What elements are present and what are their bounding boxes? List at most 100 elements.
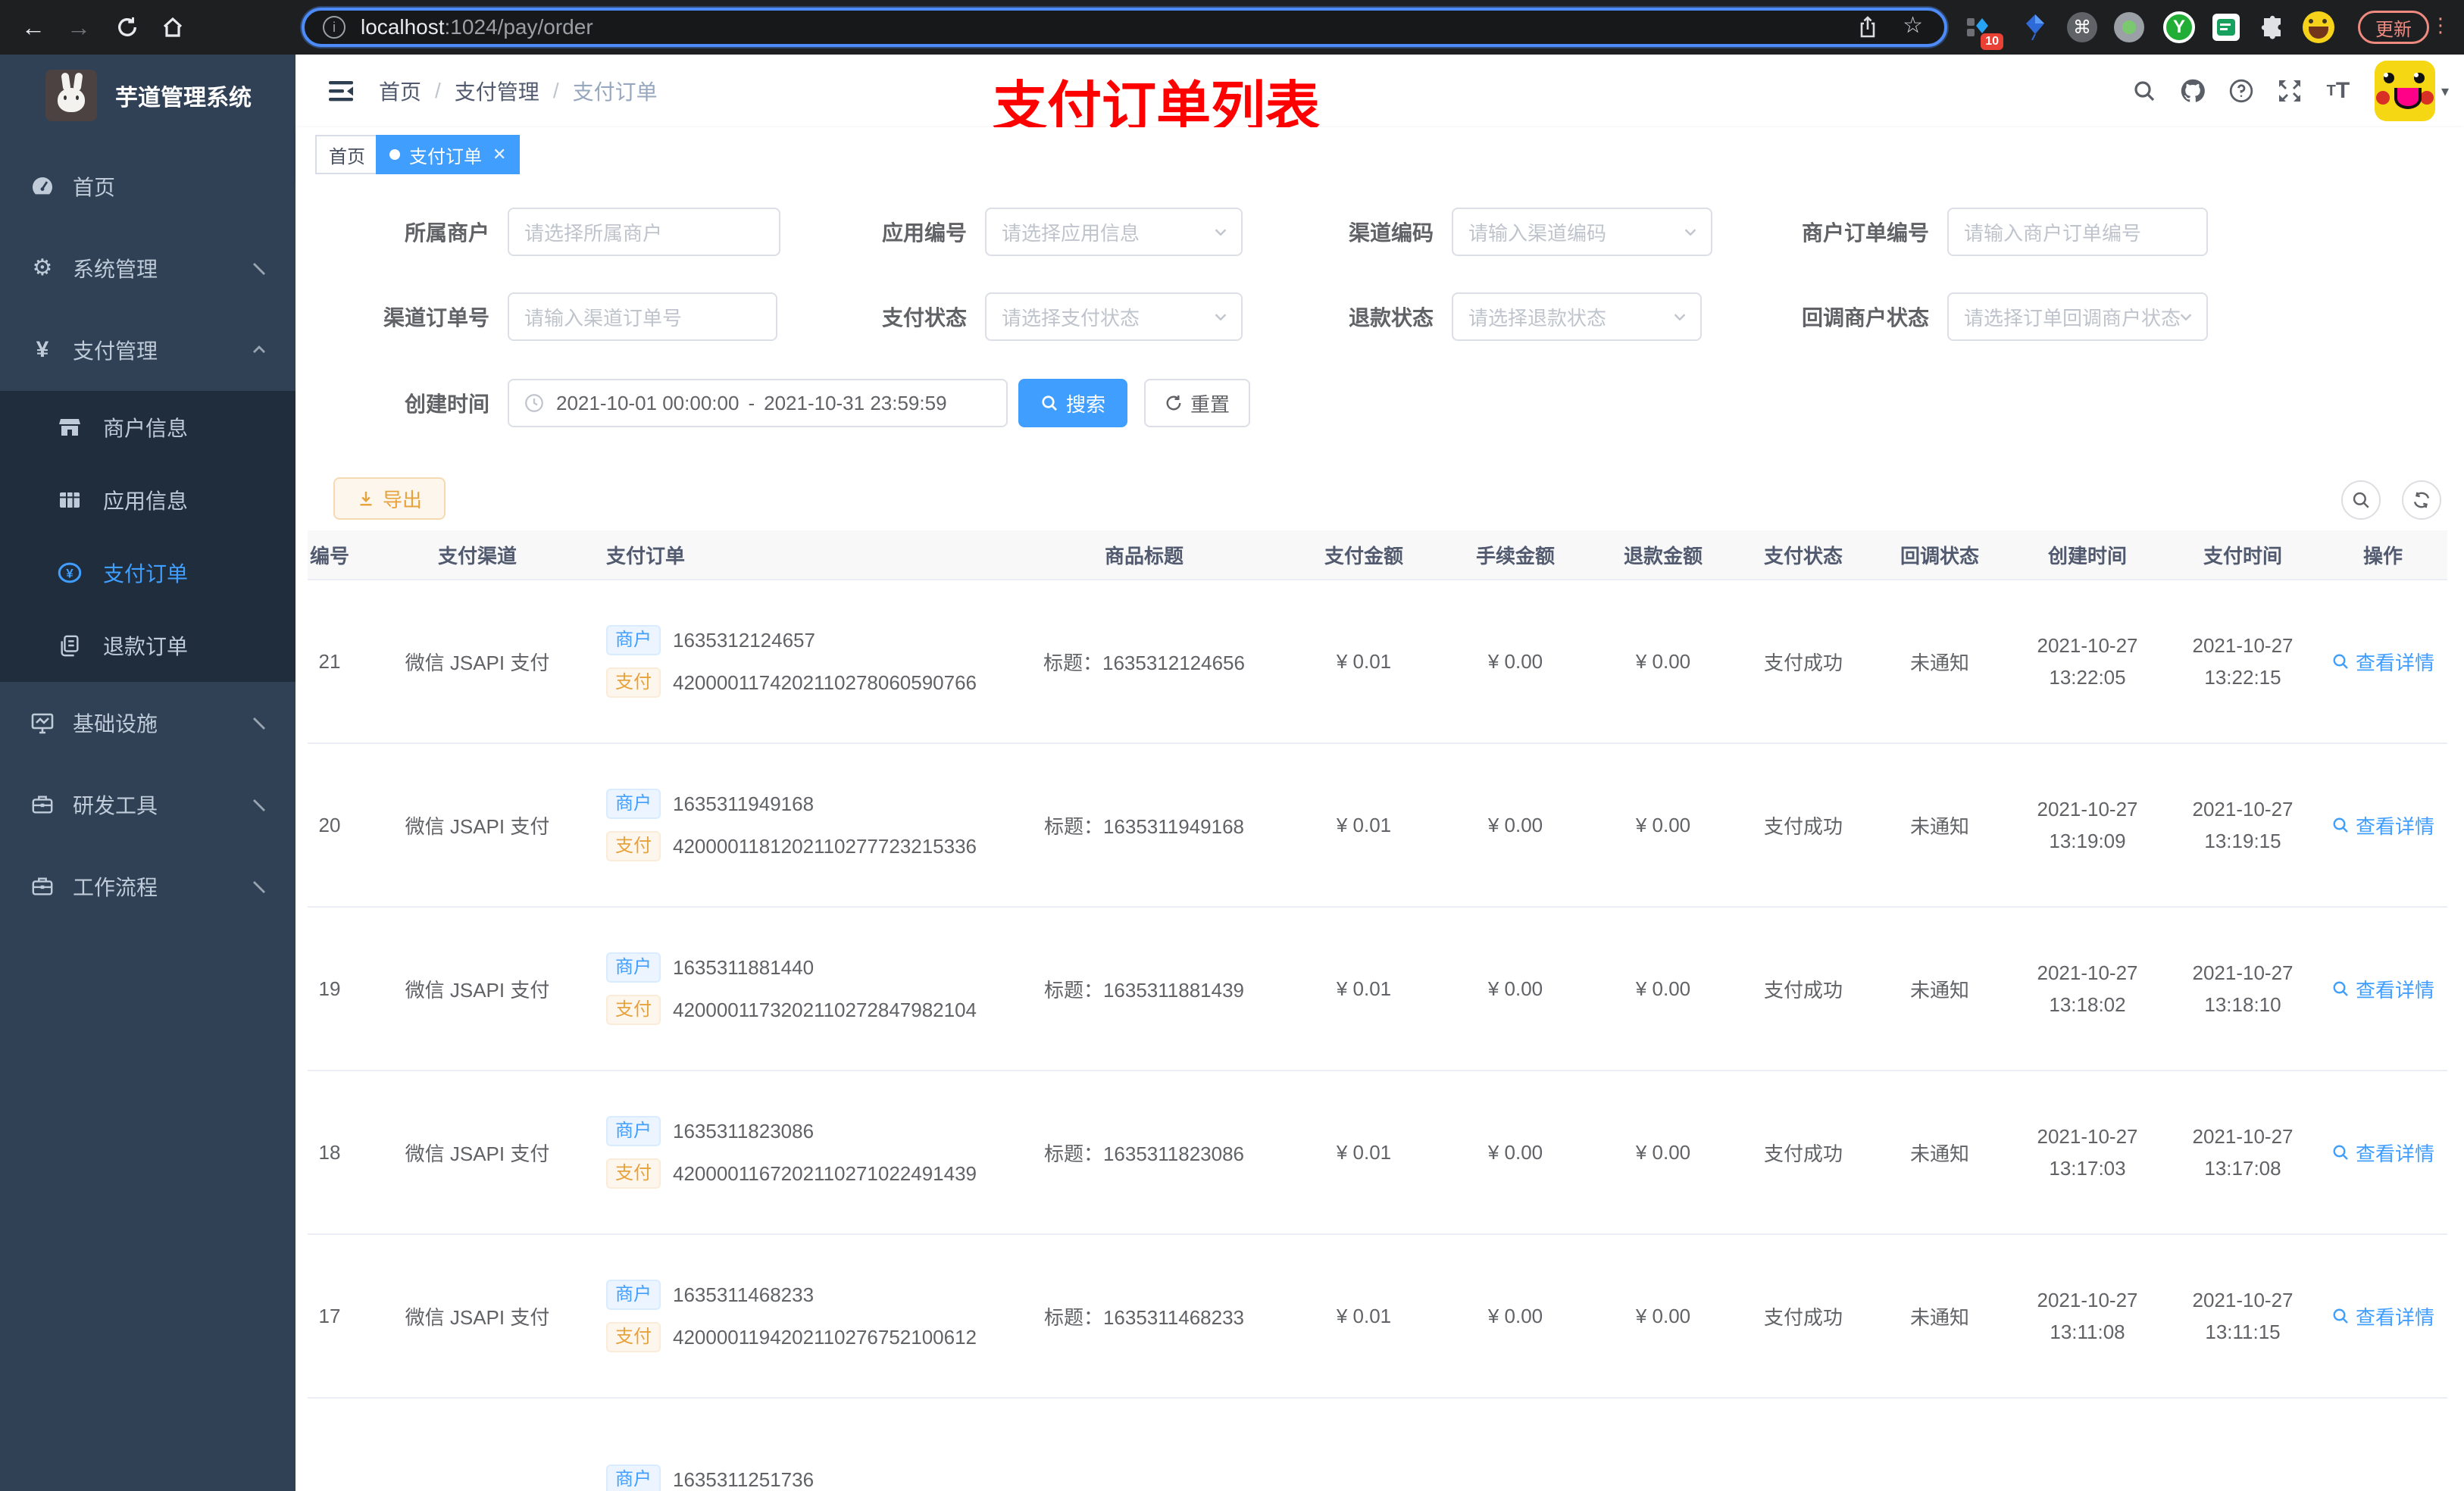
toggle-search-button[interactable] — [2341, 480, 2381, 520]
font-size-icon[interactable]: TT — [2314, 55, 2362, 127]
cell-5: ¥ 0.00 — [1487, 813, 1543, 836]
column-header-10: 支付时间 — [2203, 544, 2282, 567]
cell-3: 标题：1635311881439 — [1043, 978, 1245, 1002]
sidebar-item-3[interactable]: 基础设施 — [0, 682, 295, 764]
pay-tag: 支付 — [606, 667, 661, 698]
extension-y-icon[interactable]: Y — [2162, 11, 2196, 44]
table-row: 17 微信 JSAPI 支付 商户 1635311468233 支付 4200001194… — [308, 1235, 2447, 1399]
merchant-order-no: 1635311949168 — [673, 792, 815, 815]
document-icon — [58, 633, 82, 658]
filter-input-0[interactable]: 请选择所属商户 — [508, 208, 780, 256]
chevron-down-icon — [250, 796, 268, 814]
filter-field-8: 创建时间 2021-10-01 00:00:00-2021-10-31 23:59… — [323, 379, 1008, 427]
cell-10: 2021-10-27 13:17:08 — [2192, 1125, 2294, 1180]
user-avatar[interactable] — [2374, 61, 2435, 121]
search-icon[interactable] — [2120, 55, 2169, 127]
sidebar-subitem-2[interactable]: ¥ 支付订单 — [0, 536, 295, 609]
avatar-dropdown-icon[interactable]: ▾ — [2441, 82, 2449, 101]
chevron-down-icon — [2178, 308, 2194, 325]
browser-home-icon[interactable] — [155, 0, 191, 55]
filter-field-0: 所属商户 请选择所属商户 — [323, 208, 780, 256]
browser-reload-icon[interactable] — [109, 0, 145, 55]
sidebar-subitem-3[interactable]: 退款订单 — [0, 609, 295, 682]
url-bar[interactable]: i localhost:1024/pay/order ☆ — [302, 8, 1947, 47]
filter-label: 支付状态 — [881, 306, 967, 330]
view-detail-link[interactable]: 查看详情 — [2331, 1139, 2434, 1167]
filter-input-3[interactable]: 请输入商户订单编号 — [1947, 208, 2208, 256]
reset-button[interactable]: 重置 — [1144, 379, 1250, 427]
cell-10: 2021-10-27 13:18:10 — [2192, 961, 2294, 1016]
orders-table: 编号 支付渠道 支付订单 商品标题 支付金额 手续金额 退款金额 支付状态 回调状态 创建时间 支付… — [308, 530, 2447, 1491]
close-tab-icon[interactable]: ✕ — [492, 145, 506, 164]
site-info-icon[interactable]: i — [323, 16, 346, 39]
create-time-range-picker[interactable]: 2021-10-01 00:00:00-2021-10-31 23:59:59 — [508, 379, 1008, 427]
sidebar-item-2[interactable]: ¥ 支付管理 — [0, 309, 295, 391]
help-icon[interactable] — [2217, 55, 2265, 127]
breadcrumb-home[interactable]: 首页 — [379, 76, 421, 106]
filter-input-4[interactable]: 请输入渠道订单号 — [508, 292, 777, 341]
sidebar-item-5[interactable]: 工作流程 — [0, 846, 295, 927]
tab-pay-order[interactable]: 支付订单 ✕ — [376, 135, 521, 174]
filter-select-1[interactable]: 请选择应用信息 — [985, 208, 1243, 256]
cell-1: 微信 JSAPI 支付 — [405, 1142, 550, 1165]
sidebar-item-4[interactable]: 研发工具 — [0, 764, 295, 846]
filter-select-5[interactable]: 请选择支付状态 — [985, 292, 1243, 341]
cell-5: ¥ 0.00 — [1487, 977, 1543, 1000]
sidebar-item-1[interactable]: ⚙ 系统管理 — [0, 227, 295, 309]
cell-4: ¥ 0.01 — [1336, 649, 1392, 673]
cell-2: 商户 1635311823086 支付 42000011672021102710224… — [583, 1116, 1000, 1189]
view-detail-link[interactable]: 查看详情 — [2331, 648, 2434, 676]
view-detail-link[interactable]: 查看详情 — [2331, 1302, 2434, 1330]
app-root: ← → i localhost:1024/pay/order ☆ 10 ⌘ Y … — [0, 0, 2464, 1491]
cell-0: 19 — [318, 977, 341, 1000]
filter-select-7[interactable]: 请选择订单回调商户状态 — [1947, 292, 2208, 341]
merchant-tag: 商户 — [606, 625, 661, 655]
cell-3: 标题：1635311823086 — [1043, 1142, 1245, 1165]
fullscreen-icon[interactable] — [2265, 55, 2314, 127]
extension-tag-manager-icon[interactable]: 10 — [1961, 11, 2003, 50]
github-icon[interactable] — [2169, 55, 2217, 127]
view-detail-link[interactable]: 查看详情 — [2331, 811, 2434, 839]
browser-back-icon[interactable]: ← — [15, 0, 52, 55]
filter-label: 退款状态 — [1348, 306, 1434, 330]
extension-green-dot-icon[interactable] — [2112, 11, 2146, 44]
bookmark-star-icon[interactable]: ☆ — [1903, 14, 1923, 39]
cell-7: 支付成功 — [1763, 1142, 1843, 1165]
cell-6: ¥ 0.00 — [1635, 813, 1691, 836]
filter-field-7: 回调商户状态 请选择订单回调商户状态 — [1762, 292, 2208, 341]
cell-0: 18 — [318, 1140, 341, 1164]
profile-emoji-icon[interactable] — [2302, 11, 2335, 44]
browser-forward-icon[interactable]: → — [61, 0, 97, 55]
app-title: 芋道管理系统 — [115, 86, 252, 111]
extensions-puzzle-icon[interactable] — [2256, 11, 2290, 44]
chevron-down-icon — [250, 259, 268, 277]
column-header-3: 商品标题 — [1104, 544, 1184, 567]
view-detail-link[interactable]: 查看详情 — [2331, 975, 2434, 1003]
tab-home[interactable]: 首页 — [315, 135, 379, 174]
extension-kite-icon[interactable] — [2018, 11, 2052, 44]
filter-select-6[interactable]: 请选择退款状态 — [1452, 292, 1702, 341]
cell-1: 微信 JSAPI 支付 — [405, 978, 550, 1002]
cell-10: 2021-10-27 13:22:15 — [2192, 634, 2294, 689]
filter-select-2[interactable]: 请输入渠道编码 — [1452, 208, 1712, 256]
export-button[interactable]: 导出 — [333, 477, 446, 520]
refresh-button[interactable] — [2402, 480, 2441, 520]
breadcrumb-pay-manage[interactable]: 支付管理 — [455, 76, 539, 106]
filter-label: 回调商户状态 — [1801, 306, 1929, 330]
share-icon[interactable] — [1857, 16, 1878, 39]
sidebar-subitem-1[interactable]: 应用信息 — [0, 464, 295, 536]
sidebar-item-0[interactable]: 首页 — [0, 145, 295, 227]
column-header-6: 退款金额 — [1623, 544, 1703, 567]
yen-icon: ¥ — [36, 337, 49, 362]
extension-command-icon[interactable]: ⌘ — [2065, 11, 2099, 44]
collapse-sidebar-icon[interactable] — [326, 76, 356, 106]
sidebar-subitem-0[interactable]: 商户信息 — [0, 391, 295, 464]
merchant-order-no: 1635312124657 — [673, 628, 815, 652]
cell-4: ¥ 0.01 — [1336, 813, 1392, 836]
column-header-4: 支付金额 — [1324, 544, 1403, 567]
extension-chat-icon[interactable] — [2209, 11, 2243, 44]
browser-update-button[interactable]: 更新 — [2358, 11, 2429, 44]
browser-menu-icon[interactable]: ⋮ — [2431, 14, 2450, 37]
cell-11: 查看详情 — [2319, 648, 2447, 676]
search-button[interactable]: 搜索 — [1018, 379, 1127, 427]
